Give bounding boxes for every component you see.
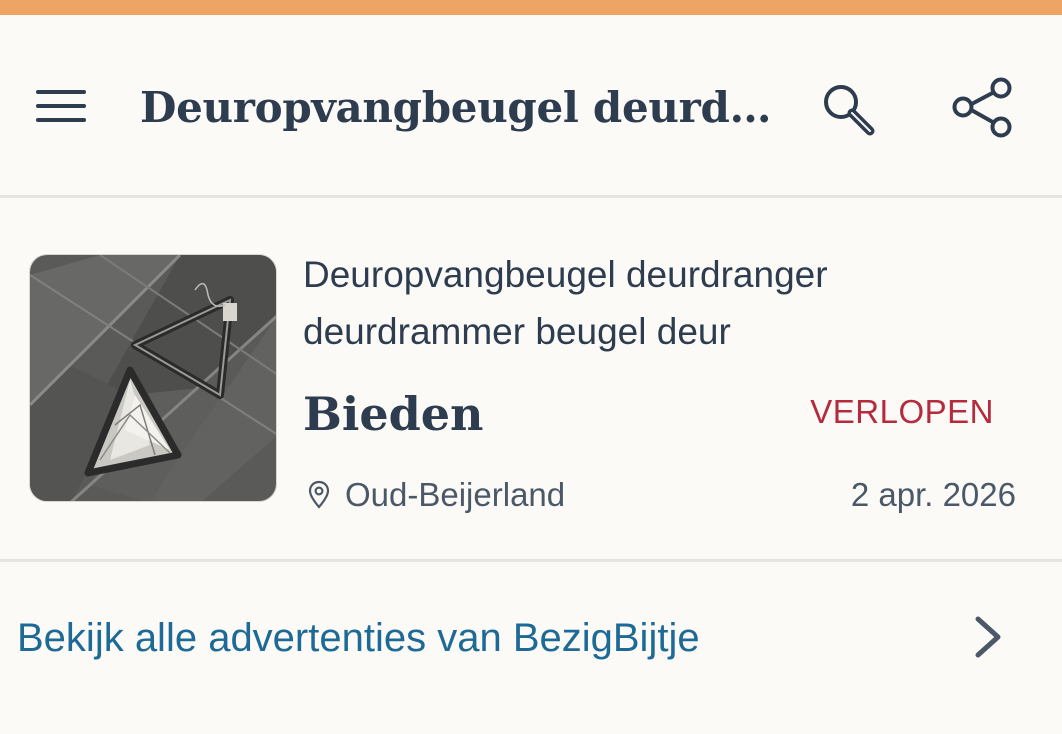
status-badge: VERLOPEN: [810, 393, 994, 430]
listing-thumbnail[interactable]: [29, 254, 277, 502]
listing-card[interactable]: Deuropvangbeugel deurdranger deurdrammer…: [0, 198, 1062, 559]
search-button[interactable]: [818, 79, 880, 141]
listing-title[interactable]: Deuropvangbeugel deurdranger deurdrammer…: [303, 246, 1003, 360]
share-button[interactable]: [948, 77, 1018, 141]
seller-all-ads-link[interactable]: Bekijk alle advertenties van BezigBijtje: [0, 562, 1062, 712]
page-title: Deuropvangbeugel deurdranger deurdrammer…: [140, 83, 780, 132]
share-icon: [952, 77, 1012, 138]
app-header: Deuropvangbeugel deurdranger deurdrammer…: [0, 15, 1062, 197]
listing-date: 2 apr. 2026: [850, 476, 1016, 513]
location-label: Oud-Beijerland: [345, 476, 566, 513]
listing-location: Oud-Beijerland: [307, 473, 565, 517]
seller-all-ads-label[interactable]: Bekijk alle advertenties van BezigBijtje: [17, 612, 700, 664]
top-accent-bar: [0, 0, 1062, 15]
chevron-right-icon[interactable]: [970, 614, 1006, 660]
hamburger-menu-icon: [36, 90, 86, 94]
listing-price: Bieden: [303, 387, 484, 441]
menu-button[interactable]: [34, 87, 88, 131]
location-pin-icon: [308, 480, 330, 509]
search-icon: [824, 85, 875, 136]
